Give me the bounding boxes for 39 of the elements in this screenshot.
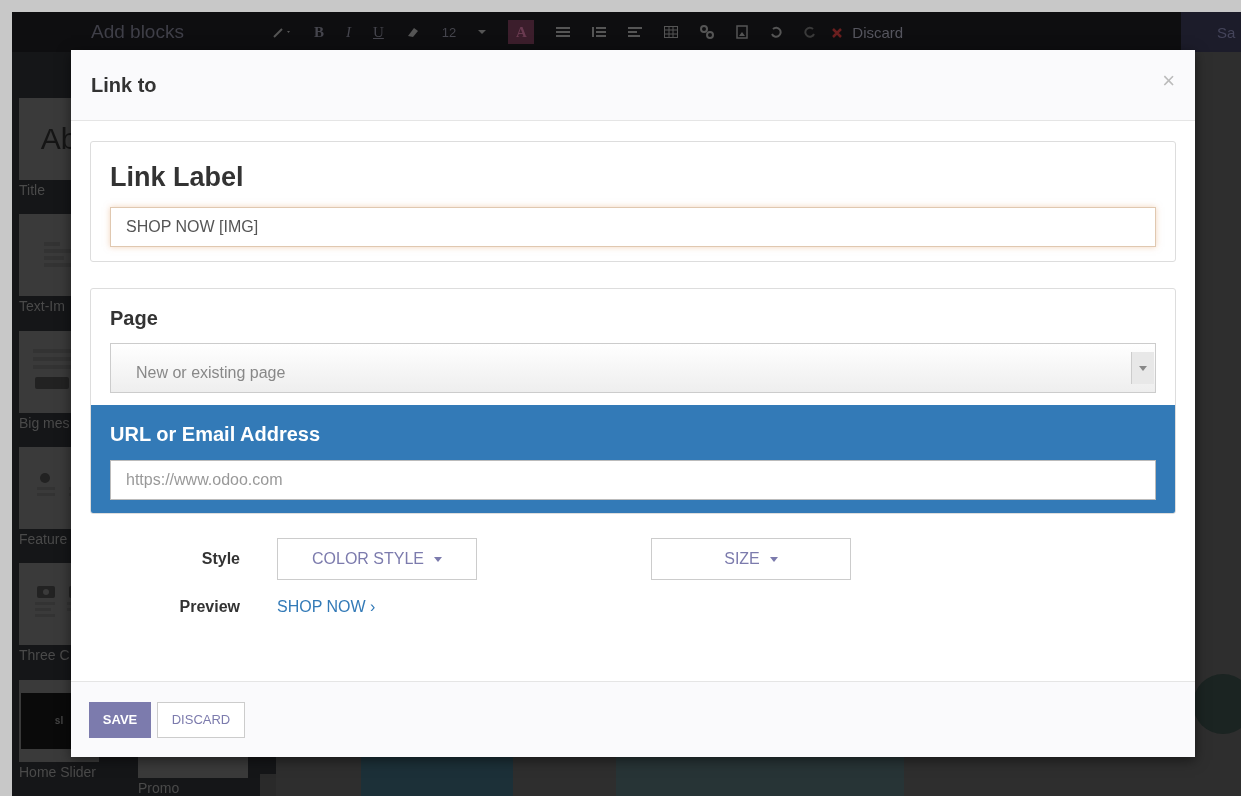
redo-icon[interactable] (804, 26, 817, 38)
caret-icon (434, 556, 442, 562)
section-heading: Page (110, 307, 159, 330)
italic-button[interactable]: I (346, 23, 351, 41)
scroll-top-button[interactable] (1193, 674, 1241, 734)
url-section[interactable]: URL or Email Address https://www.odoo.com (91, 405, 1175, 513)
link-icon[interactable] (700, 25, 715, 39)
close-icon (832, 27, 843, 38)
preview-link[interactable]: SHOP NOW › (277, 598, 851, 616)
table-icon[interactable] (664, 26, 679, 38)
discard-button[interactable]: DISCARD (157, 701, 245, 738)
editor-title: Add blocks (90, 21, 185, 43)
color-style-dropdown[interactable]: COLOR STYLE (277, 538, 477, 580)
eraser-icon[interactable] (405, 26, 420, 38)
close-button[interactable]: × (1162, 68, 1175, 94)
style-label: Style (200, 550, 241, 568)
section-heading: URL or Email Address (110, 423, 322, 446)
preview-label: Preview (178, 598, 241, 616)
select-placeholder: New or existing page (136, 364, 286, 382)
undo-icon[interactable] (770, 26, 783, 38)
image-icon[interactable] (736, 25, 749, 39)
caret-icon (769, 556, 778, 562)
caret-icon (478, 29, 487, 35)
font-size-dropdown[interactable]: 12 (441, 24, 457, 40)
list-icon[interactable] (556, 26, 571, 38)
underline-button[interactable]: U (373, 23, 384, 41)
numbered-list-icon[interactable] (592, 26, 607, 38)
save-button[interactable]: SAVE (89, 701, 151, 738)
size-dropdown[interactable]: SIZE (651, 538, 851, 580)
link-label-field[interactable]: SHOP NOW [IMG] (110, 207, 1156, 247)
text-lines-icon (44, 242, 74, 269)
align-icon[interactable] (628, 26, 643, 38)
magic-wand-icon[interactable] (272, 25, 292, 39)
url-field[interactable]: https://www.odoo.com (110, 460, 1156, 500)
discard-button[interactable]: Discard (832, 23, 904, 41)
page-select[interactable]: New or existing page (110, 343, 1156, 393)
dialog-title: Link to (91, 73, 157, 97)
bold-button[interactable]: B (314, 23, 324, 41)
section-heading: Link Label (110, 162, 245, 193)
